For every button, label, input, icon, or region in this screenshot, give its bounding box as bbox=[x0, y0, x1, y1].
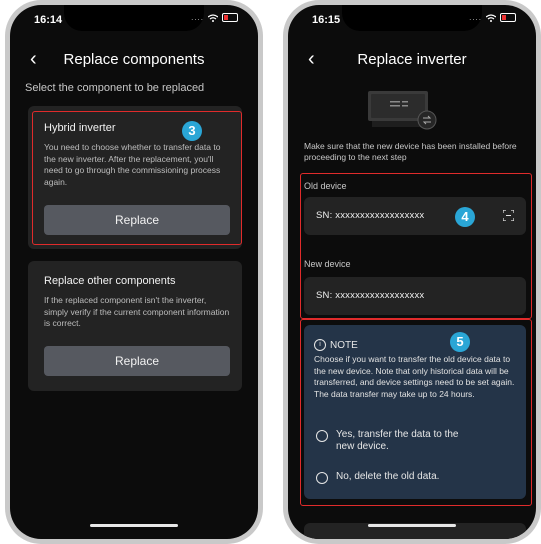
wifi-icon bbox=[486, 13, 496, 22]
inverter-illustration-icon bbox=[368, 91, 437, 130]
home-indicator bbox=[368, 524, 456, 527]
card-title: Hybrid inverter bbox=[44, 122, 116, 134]
radio-button[interactable] bbox=[316, 472, 328, 484]
radio-button[interactable] bbox=[316, 430, 328, 442]
wifi-icon bbox=[208, 13, 218, 22]
note-text: Choose if you want to transfer the old d… bbox=[314, 354, 515, 399]
other-components-card: Replace other components If the replaced… bbox=[28, 261, 242, 391]
signal-dots-icon: .... bbox=[469, 13, 482, 22]
replace-inverter-button[interactable]: Replace bbox=[44, 205, 230, 235]
step-badge-4: 4 bbox=[455, 207, 475, 227]
option-label: Yes, transfer the data to the new device… bbox=[336, 429, 459, 452]
scan-icon[interactable] bbox=[503, 210, 514, 221]
battery-icon bbox=[222, 13, 238, 22]
screen-left: 16:14 .... ‹ Replace components Select t… bbox=[10, 5, 258, 539]
card-description: You need to choose whether to transfer d… bbox=[44, 142, 221, 187]
screen-right: 16:15 .... ‹ Replace inverter Make sure … bbox=[288, 5, 536, 539]
page-title: Replace components bbox=[63, 51, 205, 68]
info-icon: i bbox=[314, 339, 326, 351]
option-label: No, delete the old data. bbox=[336, 471, 440, 482]
old-device-label: Old device bbox=[304, 181, 347, 191]
status-icons: .... bbox=[191, 13, 238, 22]
card-description: If the replaced component isn't the inve… bbox=[44, 295, 230, 328]
page-title: Replace inverter bbox=[357, 51, 467, 68]
notch bbox=[342, 5, 482, 31]
old-device-sn: SN: xxxxxxxxxxxxxxxxxx bbox=[316, 210, 425, 221]
note-panel: i NOTE Choose if you want to transfer th… bbox=[304, 325, 526, 499]
card-title: Replace other components bbox=[44, 275, 176, 287]
home-indicator bbox=[90, 524, 178, 527]
page-subtitle: Select the component to be replaced bbox=[25, 82, 205, 94]
status-time: 16:15 bbox=[312, 14, 341, 26]
signal-dots-icon: .... bbox=[191, 13, 204, 22]
new-device-sn: SN: xxxxxxxxxxxxxxxxxx bbox=[316, 290, 425, 301]
status-icons: .... bbox=[469, 13, 516, 22]
note-title: NOTE bbox=[330, 339, 358, 351]
status-time: 16:14 bbox=[34, 14, 63, 26]
step-badge-5: 5 bbox=[450, 332, 470, 352]
notch bbox=[64, 5, 204, 31]
replace-other-button[interactable]: Replace bbox=[44, 346, 230, 376]
battery-icon bbox=[500, 13, 516, 22]
step-badge-3: 3 bbox=[182, 121, 202, 141]
new-device-label: New device bbox=[304, 259, 351, 269]
note-header: i NOTE bbox=[314, 339, 358, 351]
new-device-field: SN: xxxxxxxxxxxxxxxxxx bbox=[304, 277, 526, 315]
phone-right: 16:15 .... ‹ Replace inverter Make sure … bbox=[283, 0, 541, 544]
phone-left: 16:14 .... ‹ Replace components Select t… bbox=[5, 0, 263, 544]
instruction-text: Make sure that the new device has been i… bbox=[304, 141, 517, 162]
old-device-field: SN: xxxxxxxxxxxxxxxxxx bbox=[304, 197, 526, 235]
hybrid-inverter-card: Hybrid inverter You need to choose wheth… bbox=[28, 106, 242, 249]
option-transfer-data[interactable]: Yes, transfer the data to the new device… bbox=[316, 429, 466, 453]
option-delete-data[interactable]: No, delete the old data. bbox=[316, 471, 439, 484]
